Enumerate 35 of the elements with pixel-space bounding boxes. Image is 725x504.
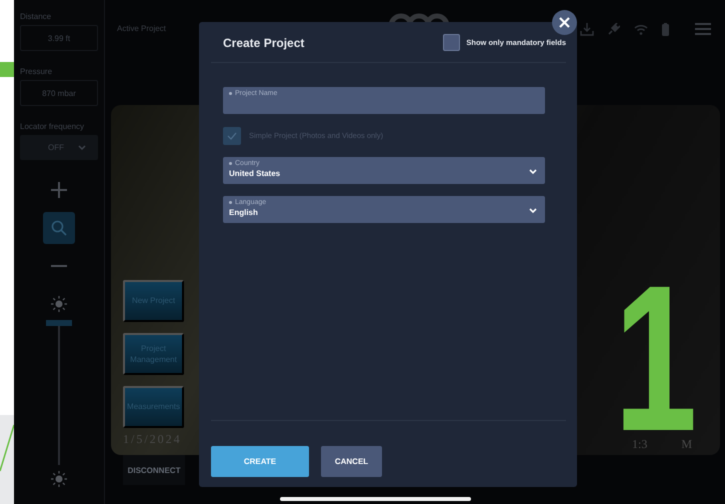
plus-icon	[50, 181, 68, 199]
create-button[interactable]: CREATE	[211, 446, 309, 477]
plug-icon	[608, 23, 620, 35]
callout-marker	[0, 62, 14, 77]
leader-line	[0, 423, 14, 473]
readout-label: Distance	[20, 12, 52, 21]
readout-label: Locator frequency	[20, 122, 86, 131]
mandatory-checkbox[interactable]	[443, 34, 460, 50]
chevron-down-icon	[78, 144, 86, 150]
close-icon	[559, 17, 570, 28]
chevron-down-icon	[529, 208, 537, 214]
active-project-label: Active Project	[117, 24, 166, 33]
readout-label: Pressure	[20, 67, 54, 76]
cancel-button[interactable]: CANCEL	[321, 446, 382, 477]
dialog-title: Create Project	[223, 36, 304, 50]
wifi-icon	[634, 24, 648, 34]
sun-icon	[51, 471, 67, 487]
callout-number: 1	[614, 280, 698, 438]
sun-icon	[51, 296, 67, 312]
check-icon	[227, 132, 237, 140]
download-icon[interactable]	[580, 22, 594, 36]
readout-value: 870 mbar	[20, 80, 98, 106]
disconnect-button[interactable]: DISCONNECT	[123, 455, 185, 485]
battery-icon	[662, 22, 669, 36]
field-value: United States	[229, 169, 282, 178]
field-value: English	[229, 208, 259, 217]
search-icon	[51, 220, 67, 236]
menu-icon[interactable]	[695, 23, 711, 35]
readout-value: 3.99 ft	[20, 25, 98, 51]
slider-thumb[interactable]	[46, 320, 72, 326]
chevron-down-icon	[529, 169, 537, 175]
zoom-search-button[interactable]	[43, 212, 75, 244]
minus-icon	[50, 264, 68, 268]
video-time: 1:3	[632, 437, 648, 452]
brightness-slider[interactable]	[46, 320, 72, 465]
